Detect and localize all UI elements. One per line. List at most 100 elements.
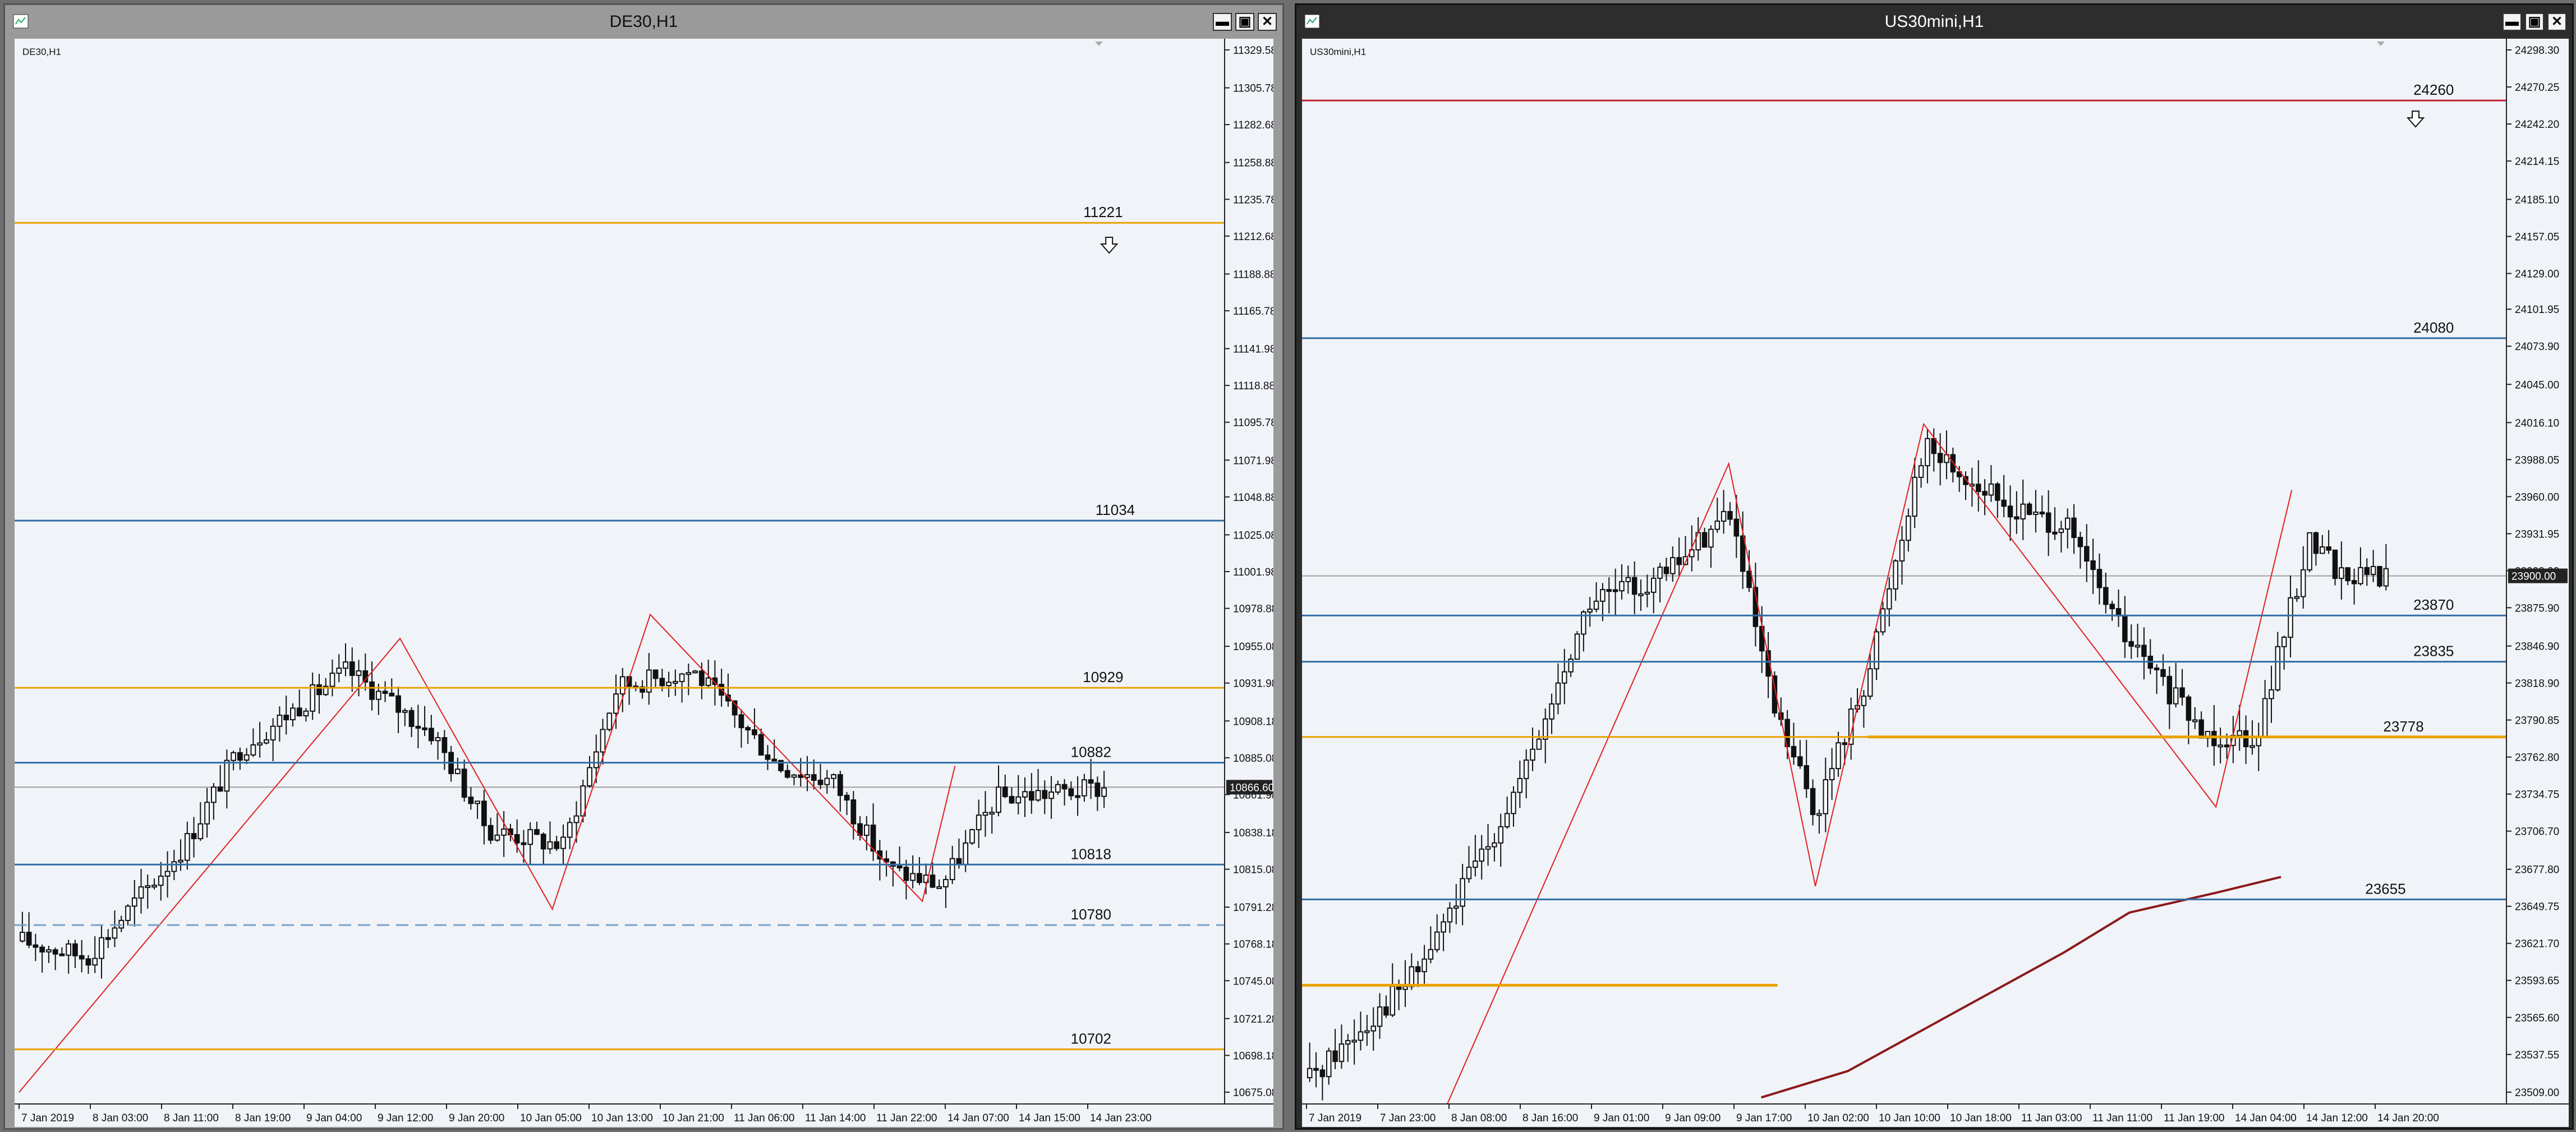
candle-body	[92, 958, 98, 966]
minimize-button[interactable]: ▬	[1213, 13, 1232, 31]
minimize-button[interactable]: ▬	[2503, 13, 2522, 31]
window-titlebar[interactable]: DE30,H1 ▬ ▣ ✕	[5, 5, 1282, 39]
candle-body	[1055, 784, 1061, 793]
close-button[interactable]: ✕	[2547, 13, 2566, 31]
candle-body	[2243, 730, 2249, 748]
candle-body	[217, 786, 223, 792]
chart-plot-area[interactable]: DE30,H1 11221 11034 10929 10882 10818 10780 10…	[15, 39, 1224, 1103]
candle-body	[1504, 813, 1510, 827]
candle-body	[844, 794, 850, 801]
candle-body	[382, 691, 388, 694]
candle-body	[560, 836, 566, 849]
chart-canvas: 11221 11034 10929 10882 10818 10780 10702	[15, 42, 1224, 1093]
candle-body	[831, 774, 836, 779]
candle-body	[349, 661, 355, 676]
candle-body	[705, 677, 711, 686]
candle-body	[2186, 696, 2192, 721]
price-tick-label: 10885.08	[1233, 753, 1273, 765]
time-tick-label: 14 Jan 23:00	[1090, 1112, 1152, 1124]
maximize-button[interactable]: ▣	[2525, 13, 2544, 31]
candle-body	[2377, 565, 2382, 587]
level-label: 24080	[2413, 319, 2454, 336]
price-tick-label: 11282.68	[1233, 119, 1273, 131]
level-label: 11221	[1083, 204, 1123, 220]
time-tick-label: 14 Jan 15:00	[1019, 1112, 1080, 1124]
time-tick-label: 9 Jan 09:00	[1665, 1112, 1721, 1124]
zigzag-line	[1447, 422, 2293, 1103]
candle-body	[2358, 567, 2363, 585]
window-titlebar[interactable]: US30mini,H1 ▬ ▣ ✕	[1296, 5, 2572, 39]
candle-body	[521, 842, 527, 845]
candle-body	[1390, 986, 1396, 1016]
candle-body	[1836, 742, 1841, 770]
price-tick-label: 23875.90	[2515, 602, 2559, 614]
candle-body	[771, 758, 778, 762]
candle-body	[573, 815, 579, 823]
candle-body	[2128, 641, 2134, 647]
candle-body	[59, 953, 65, 956]
candle-body	[441, 737, 448, 753]
close-button[interactable]: ✕	[1258, 13, 1277, 31]
candle-body	[1593, 600, 1599, 610]
candle-body	[290, 707, 296, 721]
candle-body	[1088, 779, 1094, 784]
candle-body	[1638, 593, 1644, 596]
candle-body	[850, 799, 857, 825]
time-axis[interactable]: 7 Jan 2019 7 Jan 23:00 8 Jan 08:00 8 Jan 16…	[1302, 1103, 2569, 1127]
candle-body	[699, 670, 705, 686]
price-tick-label: 24073.90	[2515, 341, 2559, 353]
candle-body	[976, 815, 982, 831]
candle-body	[2224, 744, 2230, 748]
candle-body	[231, 752, 237, 761]
candle-body	[534, 829, 540, 835]
time-tick-label: 9 Jan 20:00	[449, 1112, 504, 1124]
candle-body	[151, 885, 157, 888]
candle-body	[39, 946, 45, 952]
candle-body	[356, 670, 362, 676]
candle-body	[250, 744, 256, 756]
candle-body	[2064, 517, 2071, 530]
price-tick-label: 11095.78	[1233, 417, 1273, 429]
candle-body	[2211, 731, 2217, 747]
chart-window-de30[interactable]: DE30,H1 ▬ ▣ ✕ DE30,H1 11221 11034 10929 108…	[3, 3, 1284, 1130]
candle-body	[1791, 746, 1797, 758]
candle-body	[66, 943, 72, 956]
candle-body	[2326, 546, 2331, 551]
price-tick-label: 24270.25	[2515, 82, 2559, 94]
candle-body	[2166, 675, 2173, 705]
candle-body	[996, 786, 1001, 813]
candle-body	[1453, 905, 1459, 909]
price-tick-label: 23790.85	[2515, 715, 2559, 727]
chart-plot-area[interactable]: US30mini,H1 24260 24080 23870 23835 23778 236…	[1302, 39, 2506, 1103]
candle-body	[2320, 546, 2325, 554]
candle-body	[2307, 532, 2312, 570]
candle-body	[1075, 795, 1080, 798]
chart-window-us30mini[interactable]: US30mini,H1 ▬ ▣ ✕ US30mini,H1 24260 24080…	[1295, 3, 2574, 1130]
price-tick-label: 11212.68	[1233, 231, 1273, 243]
candle-body	[1428, 949, 1434, 960]
time-axis[interactable]: 7 Jan 2019 8 Jan 03:00 8 Jan 11:00 8 Jan 19…	[15, 1103, 1273, 1127]
price-scale[interactable]: 11329.58 11305.78 11282.68 11258.88 11235.78…	[1224, 39, 1273, 1103]
candle-body	[679, 673, 685, 682]
current-price-label: 23900.00	[2511, 571, 2556, 583]
chart-canvas: 24260 24080 23870 23835 23778 23655	[1302, 42, 2506, 1103]
candle-body	[1441, 921, 1446, 933]
candle-body	[666, 682, 672, 687]
candle-body	[514, 834, 520, 844]
price-scale[interactable]: 24298.30 24270.25 24242.20 24214.15 24185.10…	[2506, 39, 2569, 1103]
maximize-button[interactable]: ▣	[1235, 13, 1254, 31]
time-tick-label: 8 Jan 19:00	[235, 1112, 291, 1124]
candle-body	[1422, 958, 1427, 973]
candle-body	[1823, 779, 1829, 815]
candle-body	[1015, 796, 1022, 804]
price-tick-label: 10675.08	[1233, 1087, 1273, 1099]
time-tick-label: 7 Jan 23:00	[1380, 1112, 1436, 1124]
price-tick-label: 23593.65	[2515, 975, 2559, 987]
price-tick-label: 11329.58	[1233, 45, 1273, 57]
candle-body	[1460, 878, 1465, 907]
candle-body	[1631, 577, 1637, 595]
price-tick-label: 10721.28	[1233, 1014, 1273, 1025]
candle-body	[475, 800, 481, 804]
candle-body	[2141, 645, 2147, 657]
level-label: 23835	[2413, 643, 2454, 660]
